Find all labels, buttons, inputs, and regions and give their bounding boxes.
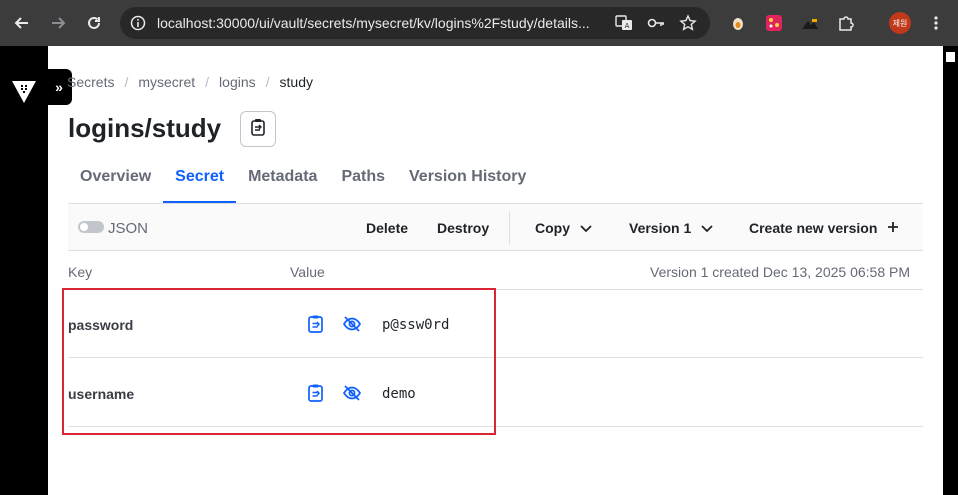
browser-toolbar: localhost:30000/ui/vault/secrets/mysecre… (0, 0, 958, 46)
extensions-puzzle-icon[interactable] (836, 13, 856, 33)
breadcrumb-mysecret[interactable]: mysecret (138, 74, 195, 90)
secret-value: demo (382, 386, 416, 402)
delete-button[interactable]: Delete (366, 220, 408, 236)
destroy-button[interactable]: Destroy (437, 220, 489, 236)
copy-label: Copy (535, 220, 570, 236)
table-row: password p@ssw0rd (68, 290, 923, 358)
back-icon[interactable] (10, 11, 34, 35)
breadcrumb-separator: / (124, 74, 129, 90)
copy-path-button[interactable] (240, 111, 276, 147)
copy-value-icon[interactable] (306, 383, 326, 403)
svg-text:A: A (625, 22, 630, 30)
eye-off-icon[interactable] (342, 314, 362, 334)
secret-value: p@ssw0rd (382, 317, 450, 333)
copy-value-icon[interactable] (306, 314, 326, 334)
url-text: localhost:30000/ui/vault/secrets/mysecre… (157, 15, 590, 31)
browser-menu-icon[interactable] (926, 13, 946, 33)
tab-version-history[interactable]: Version History (397, 160, 538, 203)
json-toggle-label: JSON (108, 220, 149, 237)
secret-toolbar: JSON Delete Destroy Copy Version 1 Creat… (68, 203, 923, 251)
reload-icon[interactable] (82, 11, 106, 35)
address-bar[interactable]: localhost:30000/ui/vault/secrets/mysecre… (120, 7, 710, 39)
profile-avatar[interactable]: 제원 (889, 12, 911, 34)
breadcrumb-separator: / (265, 74, 270, 90)
copy-dropdown-button[interactable]: Copy (535, 220, 592, 236)
create-new-version-button[interactable]: Create new version (749, 220, 899, 236)
double-chevron-right-icon: » (55, 79, 63, 95)
breadcrumb-separator: / (205, 74, 210, 90)
vault-logo-icon[interactable] (12, 81, 36, 103)
tab-metadata[interactable]: Metadata (236, 160, 329, 203)
page-title: logins/study (68, 113, 222, 143)
tab-secret[interactable]: Secret (163, 160, 237, 203)
translate-icon[interactable]: A (614, 13, 634, 33)
version-dropdown-button[interactable]: Version 1 (629, 220, 713, 236)
destroy-label: Destroy (437, 220, 490, 236)
tab-overview[interactable]: Overview (68, 160, 163, 203)
extension-colorful-icon[interactable] (764, 13, 784, 33)
version-label: Version 1 (629, 220, 692, 236)
secret-key: password (68, 317, 134, 333)
version-created-info: Version 1 created Dec 13, 2025 06:58 PM (650, 264, 910, 280)
extension-dark-icon[interactable] (800, 13, 820, 33)
column-header-value: Value (290, 264, 325, 280)
column-header-key: Key (68, 264, 93, 280)
tab-paths[interactable]: Paths (329, 160, 397, 203)
create-label: Create new version (749, 220, 878, 236)
breadcrumb: Secrets / mysecret / logins / study (67, 74, 313, 90)
plus-icon (887, 220, 899, 236)
app-sidebar (0, 46, 48, 495)
extension-egg-icon[interactable] (728, 13, 748, 33)
site-info-icon[interactable] (128, 13, 148, 33)
scrollbar-thumb[interactable] (946, 52, 955, 62)
chevron-down-icon (580, 220, 592, 236)
eye-off-icon[interactable] (342, 383, 362, 403)
key-icon[interactable] (646, 13, 666, 33)
json-toggle[interactable] (78, 221, 104, 233)
breadcrumb-logins[interactable]: logins (219, 74, 256, 90)
toolbar-divider (509, 212, 510, 244)
bookmark-star-icon[interactable] (678, 13, 698, 33)
table-header: Key Value Version 1 created Dec 13, 2025… (68, 252, 923, 290)
page-scrollbar[interactable] (943, 46, 958, 495)
secret-key: username (68, 386, 135, 402)
clipboard-icon (249, 118, 267, 141)
breadcrumb-secrets[interactable]: Secrets (67, 74, 114, 90)
forward-icon[interactable] (46, 11, 70, 35)
table-row: username demo (68, 359, 923, 427)
toggle-knob (80, 223, 88, 231)
chevron-down-icon (701, 220, 713, 236)
breadcrumb-study: study (279, 74, 313, 90)
delete-label: Delete (366, 220, 409, 236)
tab-bar: Overview Secret Metadata Paths Version H… (68, 160, 538, 203)
